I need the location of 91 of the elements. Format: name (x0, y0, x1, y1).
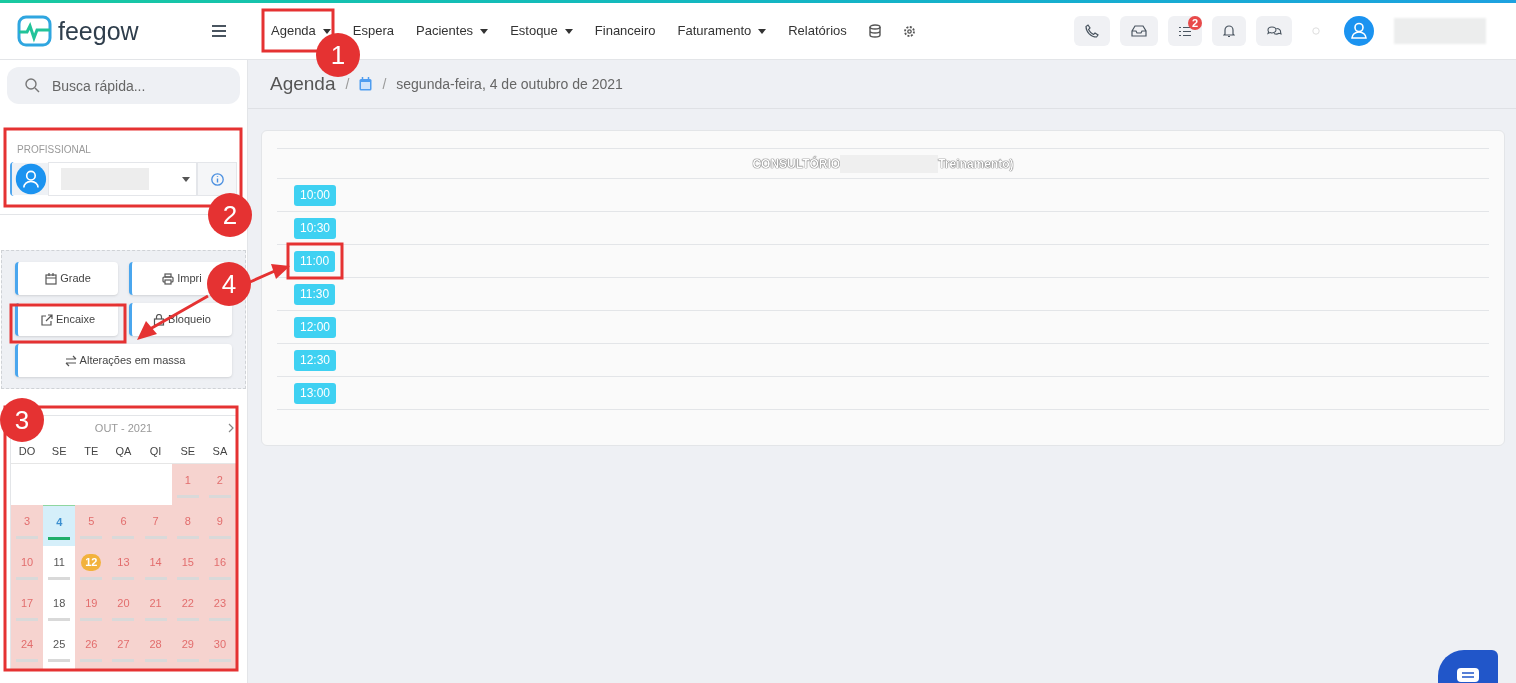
lock-icon (153, 313, 166, 326)
brand-name: feegow (58, 18, 139, 44)
calendar-day[interactable]: 24 (11, 628, 44, 669)
calendar-day[interactable]: 23 (203, 587, 236, 628)
calendar-day[interactable]: 3 (11, 505, 44, 546)
list-icon (1179, 25, 1191, 37)
room-name: Treinamento) (938, 155, 1014, 173)
search-field[interactable]: Busca rápida... (7, 67, 240, 104)
weekday-label: TE (83, 444, 100, 460)
room-name: CONSULTÓRIO (752, 155, 841, 173)
calendar-day[interactable]: 6 (107, 505, 140, 546)
calendar-day[interactable]: 26 (75, 628, 108, 669)
time-slot[interactable]: 11:00 (294, 250, 336, 272)
chat-button[interactable] (1256, 16, 1292, 46)
nav-link[interactable]: Pacientes (416, 21, 489, 41)
calendar-day[interactable]: 4 (43, 505, 76, 546)
external-link-icon (40, 313, 53, 326)
calendar-day[interactable]: 8 (171, 505, 204, 546)
phone-button[interactable] (1074, 16, 1110, 46)
time-slot[interactable]: 11:30 (294, 283, 336, 305)
calendar-day[interactable]: 14 (139, 546, 172, 587)
action-button[interactable]: Encaixe (15, 303, 118, 336)
calendar-day[interactable]: 1 (171, 464, 204, 505)
calendar-day[interactable]: 21 (139, 587, 172, 628)
time-slot[interactable]: 10:30 (294, 217, 337, 239)
chat-icon (1266, 25, 1282, 37)
inbox-button[interactable] (1120, 16, 1158, 46)
separator: / (345, 74, 350, 94)
separator: / (382, 74, 387, 94)
annotation-box (286, 242, 344, 280)
weekday-label: DO (17, 444, 37, 460)
tasks-button[interactable]: 2 (1168, 16, 1202, 46)
weekday-label: SA (211, 444, 229, 460)
calendar-day[interactable]: 28 (139, 628, 172, 669)
weekday-label: QA (114, 444, 133, 460)
database-icon[interactable] (868, 24, 881, 38)
calendar-day[interactable]: 15 (171, 546, 204, 587)
chat-widget-button[interactable] (1438, 650, 1498, 683)
notification-badge: 2 (1188, 16, 1202, 30)
weekday-label: SE (179, 444, 197, 460)
printer-icon (162, 272, 175, 285)
avatar-icon[interactable] (1344, 16, 1374, 46)
menu-icon[interactable] (212, 25, 226, 37)
time-slot[interactable]: 12:00 (294, 316, 337, 338)
calendar-day[interactable]: 22 (171, 587, 204, 628)
calendar-day[interactable]: 20 (107, 587, 140, 628)
logo-icon (17, 15, 52, 47)
notifications-button[interactable] (1212, 16, 1246, 46)
calendar-day[interactable]: 19 (75, 587, 108, 628)
info-icon (210, 172, 224, 186)
calendar-day[interactable]: 30 (203, 628, 236, 669)
caret-icon (182, 176, 190, 182)
time-slot[interactable]: 12:30 (294, 349, 337, 371)
calendar-icon[interactable] (359, 77, 373, 91)
chat-icon (1457, 668, 1479, 682)
weekday-label: QI (148, 444, 163, 460)
settings-icon[interactable] (902, 24, 916, 38)
action-button[interactable]: Bloqueio (129, 303, 232, 336)
bell-icon (1223, 24, 1235, 38)
nav-link[interactable]: Relatórios (788, 21, 847, 41)
nav-link[interactable]: Financeiro (594, 21, 656, 41)
chevron-right-icon[interactable] (228, 423, 234, 433)
calendar-day[interactable]: 16 (203, 546, 236, 587)
time-slot[interactable]: 10:00 (294, 184, 337, 206)
phone-icon (1085, 24, 1099, 38)
calendar-day[interactable]: 27 (107, 628, 140, 669)
month-title: OUT - 2021 (94, 420, 153, 436)
calendar-day[interactable]: 12 (75, 546, 108, 587)
status-icon (1312, 27, 1320, 35)
breadcrumb-date: segunda-feira, 4 de outubro de 2021 (396, 74, 623, 94)
nav-link[interactable]: Faturamento (677, 21, 767, 41)
calendar-day[interactable]: 2 (203, 464, 236, 505)
avatar-icon (10, 162, 48, 196)
search-icon (25, 78, 40, 93)
swap-icon (64, 354, 77, 367)
calendar-day[interactable]: 5 (75, 505, 108, 546)
calendar-icon (45, 272, 58, 285)
action-button[interactable]: Grade (15, 262, 118, 295)
info-button[interactable] (197, 162, 237, 196)
calendar-day[interactable]: 17 (11, 587, 44, 628)
calendar-day[interactable]: 29 (171, 628, 204, 669)
time-slot[interactable]: 13:00 (294, 382, 337, 404)
field-label: PROFISSIONAL (16, 143, 92, 157)
calendar-day[interactable]: 9 (203, 505, 236, 546)
calendar-day[interactable]: 10 (11, 546, 44, 587)
inbox-icon (1131, 25, 1147, 37)
action-button[interactable]: Alterações em massa (15, 344, 232, 377)
calendar-day[interactable]: 13 (107, 546, 140, 587)
nav-link[interactable]: Estoque (510, 21, 573, 41)
weekday-label: SE (50, 444, 68, 460)
calendar-day[interactable]: 7 (139, 505, 172, 546)
